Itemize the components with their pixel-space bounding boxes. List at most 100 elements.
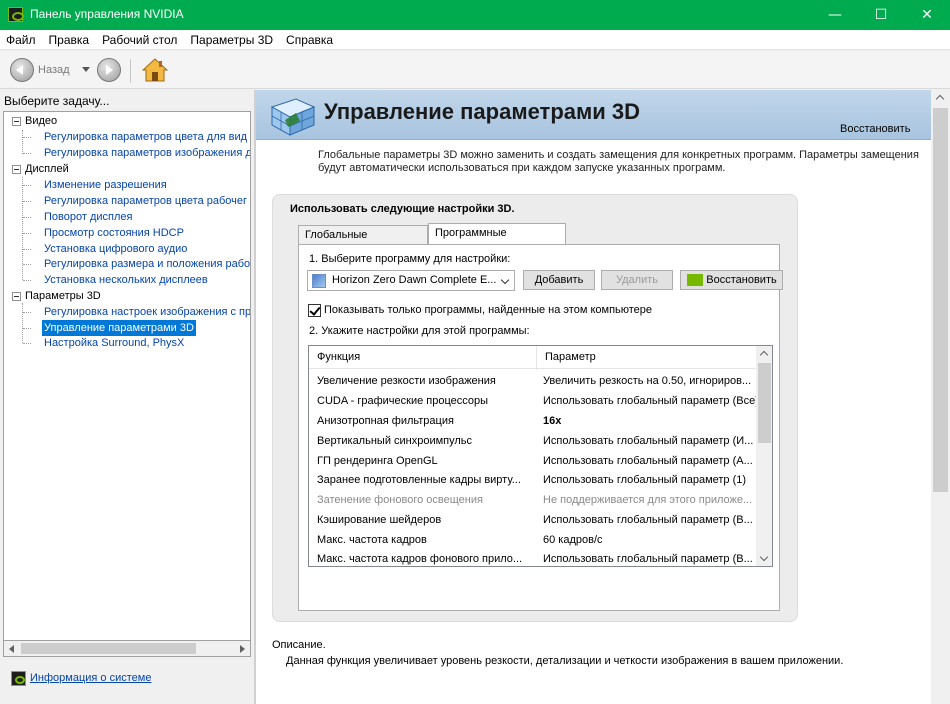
title-bar: Панель управления NVIDIA — ☐ ✕ [0, 0, 950, 30]
restore-program-label: Восстановить [706, 274, 777, 286]
system-info-label[interactable]: Информация о системе [30, 672, 151, 684]
nvidia-app-icon [8, 7, 24, 22]
page-scroll-thumb[interactable] [933, 108, 948, 492]
3d-cube-icon [270, 98, 316, 136]
tree-connector [23, 312, 31, 313]
tree-item-image-settings-preview[interactable]: Регулировка настроек изображения с пр [44, 304, 250, 320]
close-button[interactable]: ✕ [904, 0, 950, 30]
restore-defaults-link[interactable]: Восстановить [840, 123, 910, 135]
menu-file[interactable]: Файл [0, 30, 43, 47]
tree-item-manage-3d-settings[interactable]: Управление параметрами 3D [42, 320, 196, 336]
tree-group-display[interactable]: Дисплей [25, 161, 69, 177]
setting-function: Затенение фонового освещения [317, 494, 483, 506]
setting-function: Заранее подготовленные кадры вирту... [317, 474, 521, 486]
collapse-video-icon[interactable] [12, 117, 21, 126]
setting-function: Макс. частота кадров фонового прило... [317, 553, 523, 565]
tab-global-settings[interactable]: Глобальные параметры [298, 225, 428, 259]
setting-value[interactable]: 60 кадров/с [543, 530, 757, 550]
step1-label: 1. Выберите программу для настройки: [309, 253, 511, 265]
task-panel-caption: Выберите задачу... [4, 94, 110, 108]
content-panel: Управление параметрами 3D Восстановить Г… [256, 90, 931, 704]
tree-connector [23, 201, 31, 202]
maximize-button[interactable]: ☐ [858, 0, 904, 30]
description-title: Описание. [272, 639, 326, 651]
setting-function: Кэширование шейдеров [317, 514, 442, 526]
setting-function: Анизотропная фильтрация [317, 415, 454, 427]
remove-program-button[interactable]: Удалить [601, 270, 673, 290]
tree-item-hdcp-status[interactable]: Просмотр состояния HDCP [44, 225, 184, 241]
add-program-button[interactable]: Добавить [523, 270, 595, 290]
scroll-down-icon[interactable] [759, 552, 769, 562]
minimize-button[interactable]: — [812, 0, 858, 30]
program-settings-page: 1. Выберите программу для настройки: Hor… [298, 244, 783, 611]
scroll-left-icon[interactable] [9, 645, 14, 653]
menu-3d-settings[interactable]: Параметры 3D [184, 30, 280, 47]
scroll-thumb[interactable] [21, 643, 196, 654]
menu-edit[interactable]: Правка [43, 30, 97, 47]
setting-value[interactable]: Использовать глобальный параметр (В... [543, 510, 757, 530]
show-only-found-checkbox[interactable] [308, 304, 321, 317]
back-arrow-icon[interactable] [10, 58, 34, 82]
column-header-function[interactable]: Функция [309, 346, 536, 369]
page-vertical-scrollbar[interactable] [931, 90, 950, 704]
table-vertical-scrollbar[interactable] [756, 346, 772, 566]
setting-function: Увеличение резкости изображения [317, 375, 496, 387]
window-title: Панель управления NVIDIA [30, 7, 184, 21]
setting-value[interactable]: 16x [543, 411, 757, 431]
history-dropdown-icon[interactable] [82, 67, 90, 72]
tree-connector [22, 130, 23, 154]
tab-program-settings[interactable]: Программные настройки [428, 223, 566, 257]
setting-value[interactable]: Использовать глобальный параметр (И... [543, 431, 757, 451]
step2-label: 2. Укажите настройки для этой программы: [309, 325, 530, 337]
settings-table: Функция Параметр Увеличение резкости изо… [308, 345, 773, 567]
menu-desktop[interactable]: Рабочий стол [96, 30, 184, 47]
scroll-up-icon[interactable] [935, 94, 945, 104]
setting-function: Вертикальный синхроимпульс [317, 435, 473, 447]
tree-horizontal-scrollbar[interactable] [3, 640, 251, 657]
home-icon[interactable] [142, 58, 168, 82]
program-icon [312, 274, 326, 288]
tree-item-surround-physx[interactable]: Настройка Surround, PhysX [44, 335, 184, 351]
setting-value[interactable]: Использовать глобальный параметр (А... [543, 451, 757, 471]
back-button-label[interactable]: Назад [38, 64, 70, 76]
program-select[interactable]: Horizon Zero Dawn Complete E... [307, 270, 515, 291]
tree-connector [23, 343, 31, 344]
tree-item-desktop-size[interactable]: Регулировка размера и положения рабо [44, 256, 250, 272]
menu-help[interactable]: Справка [280, 30, 340, 47]
tree-connector [23, 185, 31, 186]
scroll-right-icon[interactable] [240, 645, 245, 653]
show-only-found-label[interactable]: Показывать только программы, найденные н… [324, 304, 652, 316]
tree-item-digital-audio[interactable]: Установка цифрового аудио [44, 241, 187, 257]
setting-function: CUDA - графические процессоры [317, 395, 489, 407]
restore-program-button[interactable]: Восстановить [680, 270, 783, 290]
setting-value[interactable]: Использовать глобальный параметр (Все) [543, 391, 757, 411]
setting-value[interactable]: Использовать глобальный параметр (1) [543, 470, 757, 490]
tree-connector [23, 233, 31, 234]
collapse-display-icon[interactable] [12, 165, 21, 174]
column-header-value[interactable]: Параметр [537, 346, 756, 369]
tree-connector [23, 280, 31, 281]
tree-group-3d[interactable]: Параметры 3D [25, 288, 101, 304]
setting-value[interactable]: Использовать глобальный параметр (В... [543, 549, 757, 566]
tree-item-rotate-display[interactable]: Поворот дисплея [44, 209, 132, 225]
table-scroll-thumb[interactable] [758, 363, 771, 443]
toolbar-separator [130, 59, 131, 83]
tree-item-change-resolution[interactable]: Изменение разрешения [44, 177, 167, 193]
tree-item-multiple-displays[interactable]: Установка нескольких дисплеев [44, 272, 208, 288]
tree-item-video-image[interactable]: Регулировка параметров изображения д [44, 145, 250, 161]
forward-arrow-icon[interactable] [97, 58, 121, 82]
setting-function: Макс. частота кадров [317, 534, 427, 546]
collapse-3d-icon[interactable] [12, 292, 21, 301]
tree-item-video-color[interactable]: Регулировка параметров цвета для вид [44, 129, 247, 145]
setting-value[interactable]: Увеличить резкость на 0.50, игнориров... [543, 371, 757, 391]
nvidia-logo-icon [687, 274, 703, 286]
scroll-up-icon[interactable] [759, 350, 769, 360]
tree-connector [23, 328, 31, 329]
nvidia-info-icon [11, 671, 26, 686]
task-tree: Видео Регулировка параметров цвета для в… [3, 111, 251, 656]
system-info-link[interactable]: Информация о системе [11, 671, 151, 686]
page-title: Управление параметрами 3D [324, 99, 641, 124]
tree-item-desktop-color[interactable]: Регулировка параметров цвета рабочег [44, 193, 247, 209]
tree-group-video[interactable]: Видео [25, 113, 57, 129]
tree-connector [23, 264, 31, 265]
